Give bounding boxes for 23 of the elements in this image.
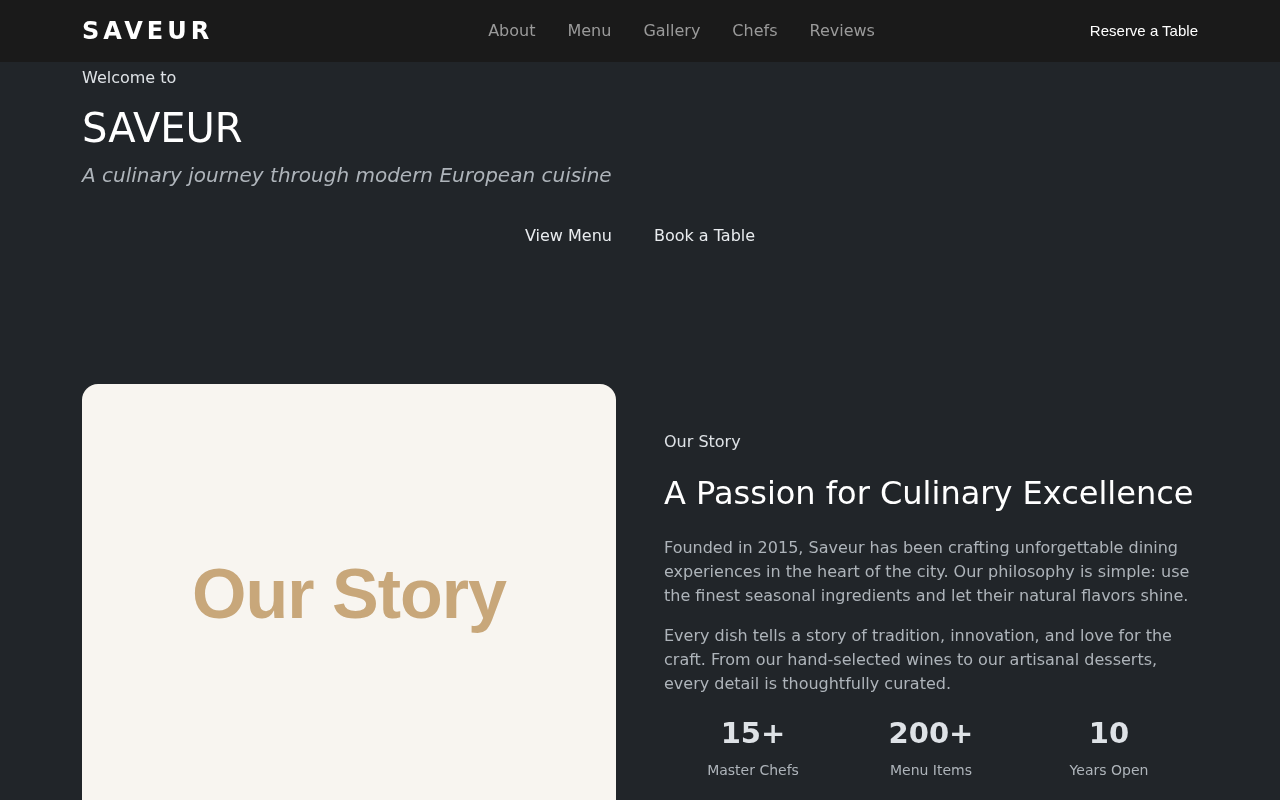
hero-button[interactable]: Book a Table <box>632 218 777 254</box>
nav-link-item[interactable]: Chefs <box>716 19 794 43</box>
stat-label: Years Open <box>1068 760 1150 780</box>
hero-subtitle: A culinary journey through modern European cuisine <box>82 162 613 189</box>
nav-link-item[interactable]: Reviews <box>793 19 891 43</box>
hero-title: SAVEUR <box>82 104 244 152</box>
section-eyebrow: Our Story <box>664 431 742 453</box>
section-heading: A Passion for Culinary Excellence <box>664 474 1195 513</box>
stat-value: 10 <box>1087 715 1131 753</box>
nav-link-item[interactable]: About <box>472 19 552 43</box>
paragraph: Every dish tells a story of tradition, innovation, and love for the craft. From our hand-selected wines to our artisanal desserts, every detail is thoughtfully curated. <box>664 625 1173 696</box>
stat-value: 15+ <box>719 715 787 753</box>
brand-logo[interactable]: SAVEUR <box>82 13 214 49</box>
stat-value: 200+ <box>887 715 975 753</box>
paragraph: Founded in 2015, Saveur has been crafting unforgettable dining experiences in the heart of the city. Our philosophy is simple: use the finest seasonal ingredients and let their natural flavors shine. <box>664 537 1191 608</box>
nav-link-item[interactable]: Gallery <box>627 19 717 43</box>
reserve-link[interactable]: Reserve a Table <box>1089 19 1198 43</box>
stat-label: Master Chefs <box>706 760 800 780</box>
hero-eyebrow: Welcome to <box>82 67 178 89</box>
image-caption: Our Story <box>192 553 506 635</box>
stat-label: Menu Items <box>888 760 974 780</box>
hero-button[interactable]: View Menu <box>503 218 633 254</box>
nav-link-item[interactable]: Menu <box>551 19 628 43</box>
